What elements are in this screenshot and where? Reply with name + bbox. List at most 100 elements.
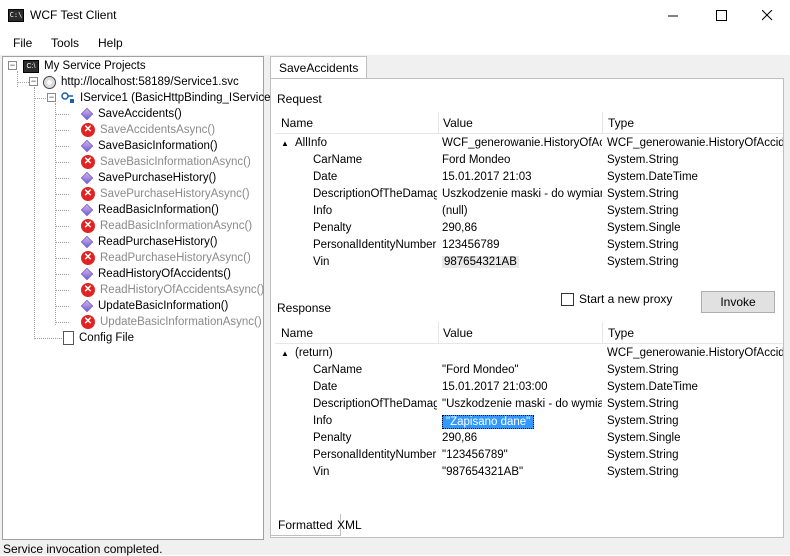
tree-config-file[interactable]: Config File: [63, 330, 134, 346]
request-row[interactable]: DescriptionOfTheDamage Uszkodzenie maski …: [275, 187, 783, 204]
response-row[interactable]: DescriptionOfTheDamage "Uszkodzenie maski…: [275, 397, 783, 414]
request-value-cell[interactable]: Ford Mondeo: [442, 154, 510, 166]
response-value-cell[interactable]: "Uszkodzenie maski - do wymiany: [442, 398, 602, 410]
menu-tools[interactable]: Tools: [51, 36, 79, 50]
tree-operation[interactable]: ✕ SaveBasicInformationAsync(): [81, 154, 251, 170]
request-label: Request: [277, 92, 322, 106]
response-row[interactable]: CarName "Ford Mondeo" System.String: [275, 363, 783, 380]
request-grid-header: Name Value Type: [275, 112, 783, 134]
tree-operation-label: UpdateBasicInformation(): [98, 300, 229, 312]
request-row[interactable]: PersonalIdentityNumber 123456789 System.St…: [275, 238, 783, 255]
request-value-cell[interactable]: (null): [442, 205, 468, 217]
tree-operation[interactable]: SavePurchaseHistory(): [80, 170, 216, 186]
request-value-cell[interactable]: 15.01.2017 21:03: [442, 171, 532, 183]
tree-operation[interactable]: ✕ SaveAccidentsAsync(): [81, 122, 215, 138]
request-type-cell: System.Single: [607, 222, 681, 234]
tree-expander[interactable]: −: [29, 77, 38, 86]
tree-operation[interactable]: ✕ ReadBasicInformationAsync(): [81, 218, 252, 234]
maximize-button[interactable]: [698, 0, 744, 31]
response-row[interactable]: Info "Zapisano dane" System.String: [275, 414, 783, 431]
tree-operation[interactable]: ReadPurchaseHistory(): [80, 234, 218, 250]
response-value-cell[interactable]: "987654321AB": [442, 466, 523, 478]
menu-file[interactable]: File: [13, 36, 32, 50]
request-value-cell[interactable]: WCF_generowanie.HistoryOfAccide: [442, 137, 602, 149]
start-new-proxy-checkbox[interactable]: [561, 293, 574, 306]
tree-root[interactable]: C:\ My Service Projects: [23, 58, 146, 74]
col-type: Type: [608, 116, 635, 130]
response-grid[interactable]: Name Value Type ▲ (return) WCF_generowanie…: [275, 322, 783, 512]
status-text: Service invocation completed.: [3, 542, 163, 556]
tree-root-label: My Service Projects: [44, 60, 146, 72]
tree-operation-label: SaveAccidentsAsync(): [100, 124, 216, 136]
tree-operation-label: ReadBasicInformation(): [98, 204, 219, 216]
tree-contract[interactable]: IService1 (BasicHttpBinding_IService: [61, 90, 270, 106]
request-row[interactable]: CarName Ford Mondeo System.String: [275, 153, 783, 170]
tree-endpoint[interactable]: http://localhost:58189/Service1.svc: [43, 74, 239, 90]
response-type-cell: System.String: [607, 398, 679, 410]
interface-icon: [61, 91, 75, 105]
response-row[interactable]: Penalty 290,86 System.Single: [275, 431, 783, 448]
tab-saveaccidents[interactable]: SaveAccidents: [270, 56, 368, 78]
minimize-button[interactable]: [650, 0, 696, 31]
tree-expander[interactable]: −: [8, 61, 17, 70]
request-value-cell[interactable]: 987654321AB: [442, 256, 519, 268]
tree-operation[interactable]: ✕ ReadPurchaseHistoryAsync(): [81, 250, 251, 266]
service-tree[interactable]: − C:\ My Service Projects − http://local…: [2, 56, 270, 540]
request-name-cell: Date: [313, 171, 338, 183]
tree-operation-label: ReadPurchaseHistoryAsync(): [100, 252, 251, 264]
request-value-cell[interactable]: 290,86: [442, 222, 477, 234]
response-name-cell: Penalty: [313, 432, 352, 444]
start-new-proxy-label: Start a new proxy: [579, 292, 673, 306]
request-row[interactable]: Penalty 290,86 System.Single: [275, 221, 783, 238]
operation-icon: [80, 107, 94, 121]
response-value-cell[interactable]: "123456789": [442, 449, 508, 461]
tree-operation[interactable]: ReadBasicInformation(): [80, 202, 219, 218]
tree-operation[interactable]: SaveBasicInformation(): [80, 138, 218, 154]
request-type-cell: WCF_generowanie.HistoryOfAccident: [607, 137, 783, 149]
invoke-button[interactable]: Invoke: [701, 291, 775, 313]
expand-arrow-icon[interactable]: ▲: [281, 139, 289, 148]
request-row[interactable]: Vin 987654321AB System.String: [275, 255, 783, 272]
response-name-cell: (return): [295, 347, 333, 359]
error-icon: ✕: [81, 283, 95, 297]
tree-operation[interactable]: ✕ SavePurchaseHistoryAsync(): [81, 186, 250, 202]
request-value-cell[interactable]: 123456789: [442, 239, 500, 251]
menu-help[interactable]: Help: [98, 36, 123, 50]
request-value-cell[interactable]: Uszkodzenie maski - do wymiany: [442, 188, 602, 200]
col-name: Name: [281, 116, 314, 130]
response-type-cell: System.DateTime: [607, 381, 698, 393]
response-row[interactable]: ▲ (return) WCF_generowanie.HistoryOfAccide…: [275, 346, 783, 363]
request-name-cell: PersonalIdentityNumber: [313, 239, 437, 251]
response-value-cell[interactable]: "Ford Mondeo": [442, 364, 519, 376]
request-row[interactable]: Info (null) System.String: [275, 204, 783, 221]
tree-operation[interactable]: SaveAccidents(): [80, 106, 182, 122]
globe-icon: [43, 75, 56, 89]
request-name-cell: Info: [313, 205, 333, 217]
tab-xml[interactable]: XML: [330, 514, 369, 536]
response-type-cell: System.Single: [607, 432, 681, 444]
error-icon: ✕: [81, 155, 95, 169]
response-value-cell[interactable]: 15.01.2017 21:03:00: [442, 381, 548, 393]
tree-endpoint-label: http://localhost:58189/Service1.svc: [61, 76, 239, 88]
response-value-cell[interactable]: "Zapisano dane": [442, 415, 535, 429]
response-row[interactable]: Vin "987654321AB" System.String: [275, 465, 783, 482]
tree-expander[interactable]: −: [47, 93, 56, 102]
close-button[interactable]: [744, 0, 790, 31]
response-row[interactable]: PersonalIdentityNumber "123456789" System.…: [275, 448, 783, 465]
request-row[interactable]: ▲ AllInfo WCF_generowanie.HistoryOfAccide W…: [275, 136, 783, 153]
expand-arrow-icon[interactable]: ▲: [281, 349, 289, 358]
request-row[interactable]: Date 15.01.2017 21:03 System.DateTime: [275, 170, 783, 187]
tree-contract-label: IService1 (BasicHttpBinding_IService: [80, 92, 271, 104]
request-name-cell: DescriptionOfTheDamage: [313, 188, 437, 200]
tree-operation[interactable]: ✕ UpdateBasicInformationAsync(): [81, 314, 262, 330]
tree-operation[interactable]: ReadHistoryOfAccidents(): [80, 266, 231, 282]
tree-operation[interactable]: ✕ ReadHistoryOfAccidentsAsync(): [81, 282, 264, 298]
response-value-cell[interactable]: 290,86: [442, 432, 477, 444]
minimize-icon: [667, 15, 678, 17]
response-row[interactable]: Date 15.01.2017 21:03:00 System.DateTime: [275, 380, 783, 397]
col-value: Value: [443, 116, 473, 130]
response-name-cell: PersonalIdentityNumber: [313, 449, 437, 461]
request-grid[interactable]: Name Value Type ▲ AllInfo WCF_generowanie.…: [275, 112, 783, 287]
error-icon: ✕: [81, 219, 95, 233]
tree-operation[interactable]: UpdateBasicInformation(): [80, 298, 229, 314]
